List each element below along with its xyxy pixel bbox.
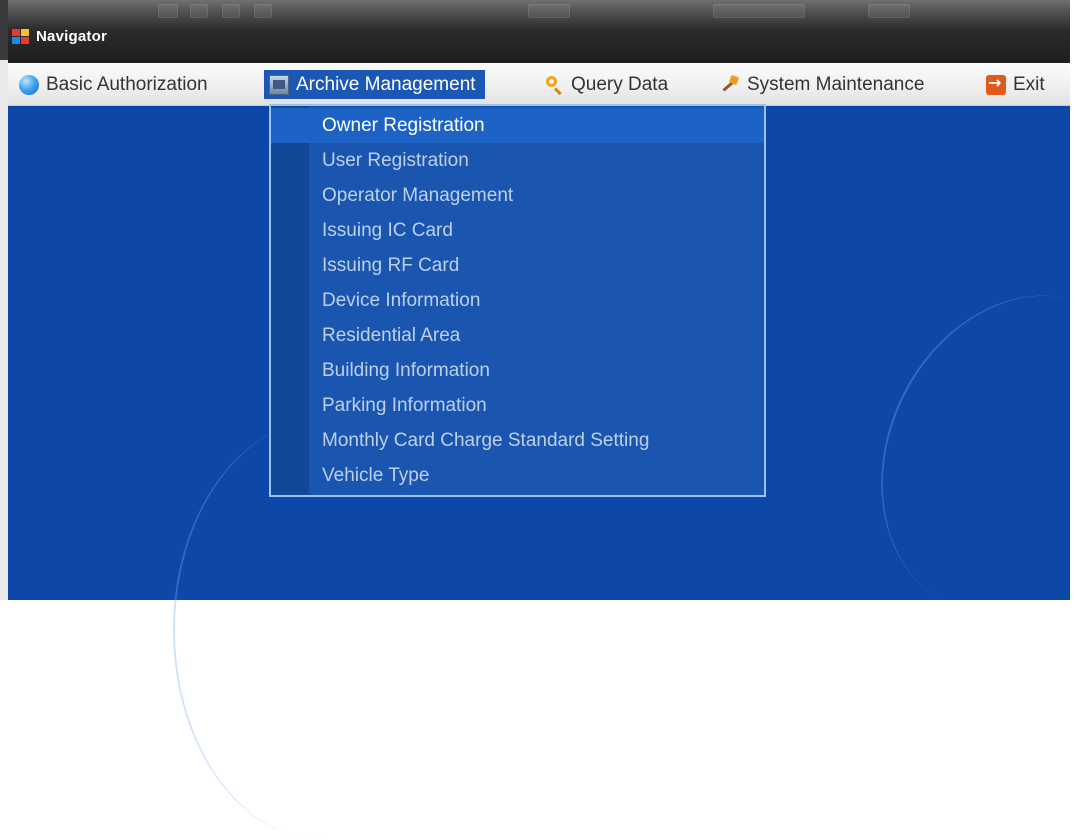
background-toolbar-icon	[158, 4, 178, 18]
dropdown-item-building-information[interactable]: Building Information	[271, 353, 764, 388]
background-toolbar-icon	[254, 4, 272, 18]
globe-icon	[19, 74, 39, 95]
dropdown-item-issuing-rf-card[interactable]: Issuing RF Card	[271, 248, 764, 283]
menu-label: Query Data	[571, 73, 669, 95]
dropdown-item-owner-registration[interactable]: Owner Registration	[271, 108, 764, 143]
menu-system-maintenance[interactable]: System Maintenance	[716, 70, 928, 99]
desktop-swoosh-decoration	[830, 250, 1075, 660]
background-toolbar-icon	[713, 4, 805, 18]
menu-archive-management[interactable]: Archive Management	[264, 70, 485, 99]
app-logo-icon	[12, 29, 30, 45]
exit-icon	[986, 73, 1006, 95]
archive-management-dropdown: Owner Registration User Registration Ope…	[269, 104, 766, 497]
background-page-strip	[0, 0, 8, 600]
search-icon	[544, 75, 564, 95]
dropdown-item-residential-area[interactable]: Residential Area	[271, 318, 764, 353]
menu-exit[interactable]: Exit	[982, 70, 1049, 99]
dropdown-item-parking-information[interactable]: Parking Information	[271, 388, 764, 423]
background-toolbar-icon	[528, 4, 570, 18]
menu-label: System Maintenance	[747, 73, 925, 95]
dropdown-item-operator-management[interactable]: Operator Management	[271, 178, 764, 213]
dropdown-item-device-information[interactable]: Device Information	[271, 283, 764, 318]
window-title: Navigator	[36, 28, 107, 45]
menu-basic-authorization[interactable]: Basic Authorization	[15, 70, 212, 99]
background-toolbar-icon	[868, 4, 910, 18]
navigator-window: Navigator Basic Authorization Archive Ma…	[8, 0, 1075, 840]
menu-label: Exit	[1013, 73, 1045, 95]
tools-icon	[720, 75, 740, 95]
background-toolbar-icon	[222, 4, 240, 18]
title-bar[interactable]: Navigator	[8, 0, 1070, 63]
menu-query-data[interactable]: Query Data	[540, 70, 672, 99]
dropdown-item-issuing-ic-card[interactable]: Issuing IC Card	[271, 213, 764, 248]
dropdown-item-vehicle-type[interactable]: Vehicle Type	[271, 458, 764, 493]
archive-icon	[269, 74, 289, 95]
menu-label: Basic Authorization	[46, 73, 208, 95]
background-toolbar-icon	[190, 4, 208, 18]
menu-bar: Basic Authorization Archive Management Q…	[8, 63, 1070, 106]
menu-label: Archive Management	[296, 73, 476, 95]
dropdown-item-user-registration[interactable]: User Registration	[271, 143, 764, 178]
dropdown-item-monthly-card-charge-standard-setting[interactable]: Monthly Card Charge Standard Setting	[271, 423, 764, 458]
